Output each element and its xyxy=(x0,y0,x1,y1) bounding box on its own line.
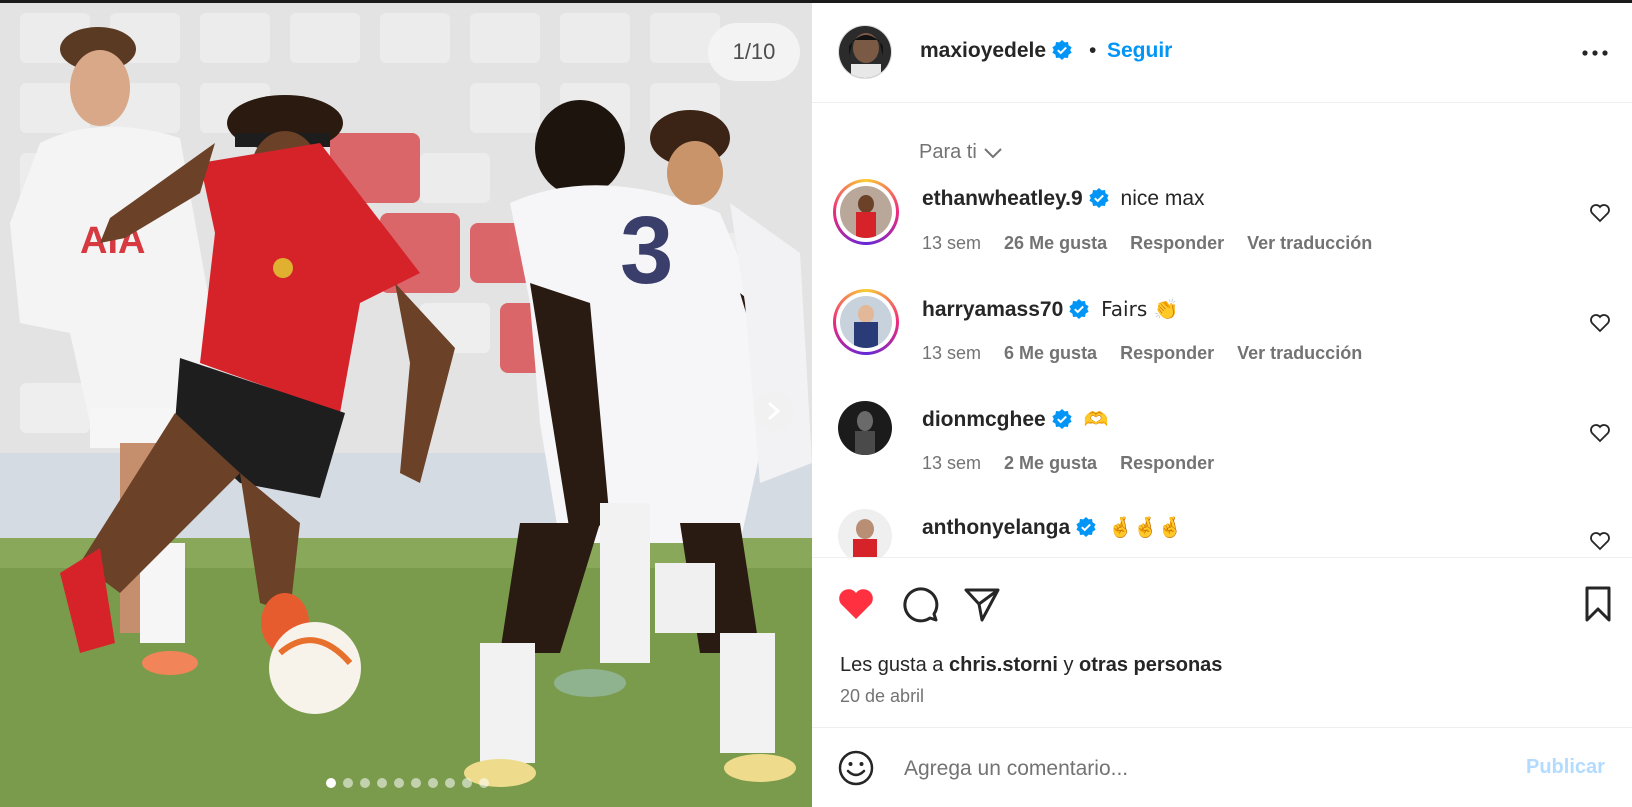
comment-body: harryamass70 Fairs 👏 xyxy=(922,297,1179,322)
reply-button[interactable]: Responder xyxy=(1130,233,1224,253)
chevron-down-icon xyxy=(984,148,1002,159)
verified-badge-icon xyxy=(1052,40,1072,60)
comment-text: 🤞🤞🤞 xyxy=(1108,515,1183,539)
comment-like-icon[interactable] xyxy=(1588,421,1612,445)
post-date[interactable]: 20 de abril xyxy=(840,686,924,707)
svg-text:3: 3 xyxy=(620,197,673,304)
commenter-username[interactable]: anthonyelanga xyxy=(922,516,1070,539)
comment-meta: 13 sem 26 Me gusta Responder Ver traducc… xyxy=(922,233,1390,254)
carousel-dot xyxy=(326,778,336,788)
comment-body: ethanwheatley.9 nice max xyxy=(922,187,1205,211)
commenter-avatar[interactable] xyxy=(838,401,892,455)
likes-prefix: Les gusta a xyxy=(840,654,944,676)
post-header: maxioyedele • Seguir xyxy=(812,3,1632,103)
translate-link[interactable]: Ver traducción xyxy=(1237,343,1362,363)
bookmark-icon[interactable] xyxy=(1578,584,1618,624)
comment-time: 13 sem xyxy=(922,343,982,363)
commenter-avatar[interactable] xyxy=(840,296,892,348)
comment-body: dionmcghee 🫶 xyxy=(922,407,1108,432)
author-username-text[interactable]: maxioyedele xyxy=(920,39,1046,62)
comment-meta: 13 sem 6 Me gusta Responder Ver traducci… xyxy=(922,343,1380,364)
media-counter: 1/10 xyxy=(708,23,800,81)
verified-badge-icon xyxy=(1076,517,1096,537)
comment-likes[interactable]: 2 Me gusta xyxy=(1004,453,1097,473)
next-media-button[interactable] xyxy=(754,391,794,431)
comment-like-icon[interactable] xyxy=(1588,201,1612,225)
header-separator: • xyxy=(1089,39,1097,62)
post-photo: AIA 3 xyxy=(0,3,812,807)
carousel-dot xyxy=(462,778,472,788)
reply-button[interactable]: Responder xyxy=(1120,453,1214,473)
comment-like-icon[interactable] xyxy=(1588,529,1612,553)
comment-likes[interactable]: 6 Me gusta xyxy=(1004,343,1097,363)
comments-list[interactable]: Para ti ethanwheatley.9 nice max 13 sem … xyxy=(812,103,1632,558)
comment-time: 13 sem xyxy=(922,453,982,473)
comment-text: Fairs 👏 xyxy=(1101,297,1179,321)
comment-likes[interactable]: 26 Me gusta xyxy=(1004,233,1107,253)
carousel-dot xyxy=(445,778,455,788)
liked-by-others[interactable]: otras personas xyxy=(1079,654,1222,676)
verified-badge-icon xyxy=(1052,409,1072,429)
carousel-indicator xyxy=(326,778,489,788)
commenter-username[interactable]: harryamass70 xyxy=(922,298,1063,321)
carousel-dot xyxy=(479,778,489,788)
follow-button[interactable]: Seguir xyxy=(1107,39,1172,63)
carousel-dot xyxy=(428,778,438,788)
share-icon[interactable] xyxy=(962,584,1002,624)
comment-time: 13 sem xyxy=(922,233,982,253)
reply-button[interactable]: Responder xyxy=(1120,343,1214,363)
translate-link[interactable]: Ver traducción xyxy=(1247,233,1372,253)
carousel-dot xyxy=(343,778,353,788)
comment-text: 🫶 xyxy=(1083,407,1109,431)
comment-body: anthonyelanga 🤞🤞🤞 xyxy=(922,515,1183,540)
like-heart-icon[interactable] xyxy=(836,584,876,624)
likes-summary: Les gusta a chris.storni y otras persona… xyxy=(840,654,1222,677)
comment-icon[interactable] xyxy=(900,584,940,624)
author-avatar[interactable] xyxy=(838,25,892,79)
comment-filter-dropdown[interactable]: Para ti xyxy=(919,141,1003,164)
comment-text: nice max xyxy=(1120,187,1205,210)
commenter-username[interactable]: ethanwheatley.9 xyxy=(922,187,1083,210)
carousel-dot xyxy=(377,778,387,788)
comment-filter-label: Para ti xyxy=(919,141,977,163)
verified-badge-icon xyxy=(1069,299,1089,319)
post-detail-panel: maxioyedele • Seguir Para ti ethanwheatl… xyxy=(812,3,1632,807)
commenter-username[interactable]: dionmcghee xyxy=(922,408,1046,431)
comment-meta: 13 sem 2 Me gusta Responder xyxy=(922,453,1232,474)
comment-input[interactable] xyxy=(904,754,1464,784)
carousel-dot xyxy=(394,778,404,788)
post-actions: Les gusta a chris.storni y otras persona… xyxy=(812,557,1632,727)
author-username[interactable]: maxioyedele xyxy=(920,39,1072,63)
carousel-dot xyxy=(360,778,370,788)
comment-like-icon[interactable] xyxy=(1588,311,1612,335)
likes-joiner: y xyxy=(1063,654,1074,676)
chevron-right-icon xyxy=(768,402,781,420)
more-options-icon[interactable] xyxy=(1580,41,1610,65)
post-media[interactable]: AIA 3 1/10 xyxy=(0,3,812,807)
publish-button[interactable]: Publicar xyxy=(1526,756,1605,779)
carousel-dot xyxy=(411,778,421,788)
comment-composer: Publicar xyxy=(812,727,1632,807)
emoji-picker-icon[interactable] xyxy=(838,750,874,786)
liked-by-user[interactable]: chris.storni xyxy=(949,654,1058,676)
commenter-avatar[interactable] xyxy=(838,509,892,558)
commenter-avatar[interactable] xyxy=(840,186,892,238)
verified-badge-icon xyxy=(1089,188,1109,208)
